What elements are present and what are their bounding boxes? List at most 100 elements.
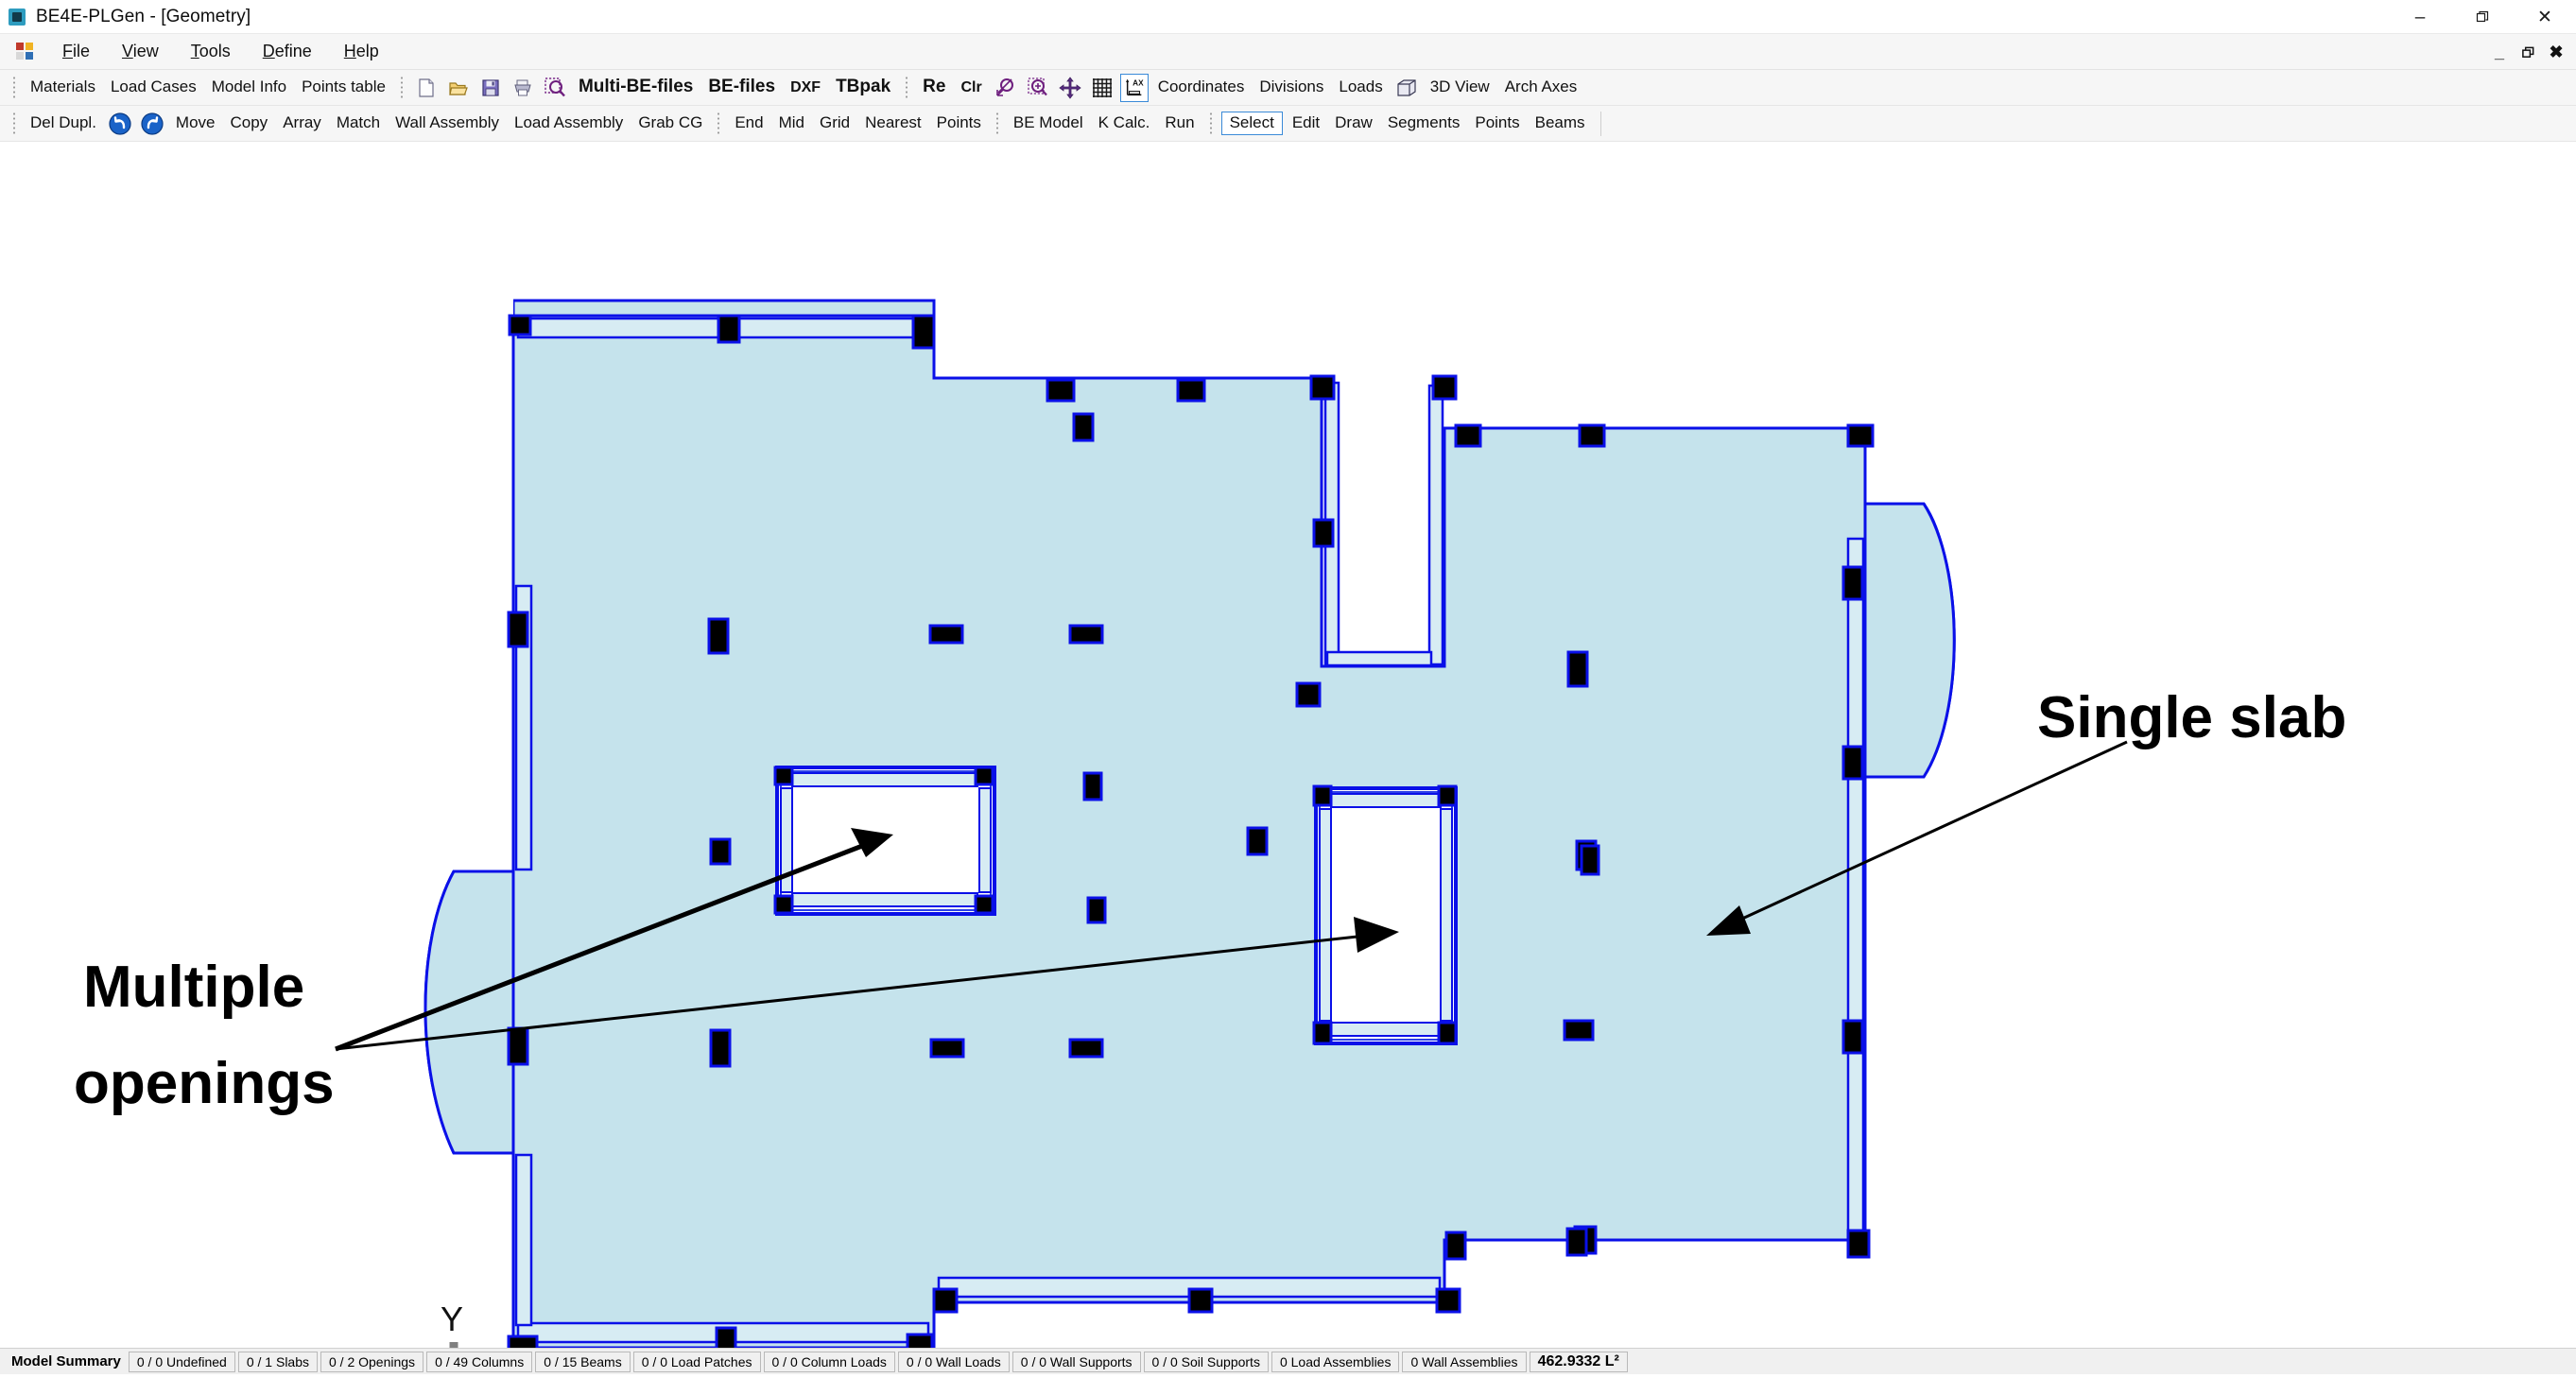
- column[interactable]: [1068, 1038, 1104, 1059]
- menu-item-define[interactable]: Define: [250, 37, 325, 66]
- toolbar-points-table-button[interactable]: Points table: [294, 76, 393, 99]
- status-slabs[interactable]: 0 / 1 Slabs: [237, 1351, 318, 1372]
- close-button[interactable]: ✕: [2514, 0, 2576, 34]
- column[interactable]: [1566, 650, 1589, 688]
- column[interactable]: [1068, 624, 1104, 645]
- toolbar-gripper[interactable]: [12, 75, 16, 100]
- status-columns[interactable]: 0 / 49 Columns: [426, 1351, 533, 1372]
- column[interactable]: [1444, 1231, 1467, 1261]
- column[interactable]: [1082, 771, 1103, 801]
- mdi-minimize-button[interactable]: _: [2485, 34, 2514, 70]
- column[interactable]: [1187, 1287, 1214, 1314]
- toolbar-gripper[interactable]: [399, 75, 404, 100]
- status-load-assemblies[interactable]: 0 Load Assemblies: [1271, 1351, 1400, 1372]
- toolbar-mode-points-button[interactable]: Points: [1467, 112, 1527, 135]
- column[interactable]: [1454, 423, 1482, 448]
- toolbar-snap-end-button[interactable]: End: [727, 112, 770, 135]
- column[interactable]: [1046, 378, 1076, 403]
- column[interactable]: [507, 1026, 529, 1066]
- toolbar-copy-button[interactable]: Copy: [223, 112, 276, 135]
- grid-button[interactable]: [1088, 74, 1116, 102]
- toolbar-snap-grid-button[interactable]: Grid: [812, 112, 857, 135]
- toolbar-mode-edit-button[interactable]: Edit: [1285, 112, 1327, 135]
- column[interactable]: [906, 1333, 934, 1348]
- arch-axes-toggle-button[interactable]: AX: [1119, 73, 1149, 102]
- toolbar-be-files-button[interactable]: BE-files: [700, 75, 783, 100]
- zoom-window-button[interactable]: [541, 74, 569, 102]
- column[interactable]: [1072, 412, 1095, 442]
- column[interactable]: [1841, 565, 1864, 601]
- menu-item-file[interactable]: File: [49, 37, 103, 66]
- toolbar-mode-beams-button[interactable]: Beams: [1528, 112, 1593, 135]
- column[interactable]: [1176, 378, 1206, 403]
- minimize-button[interactable]: –: [2389, 0, 2451, 34]
- toolbar-multi-be-files-button[interactable]: Multi-BE-files: [571, 75, 700, 100]
- column[interactable]: [707, 617, 730, 655]
- column[interactable]: [1846, 423, 1875, 448]
- column[interactable]: [1086, 896, 1107, 924]
- mdi-restore-button[interactable]: [2514, 34, 2542, 70]
- column[interactable]: [1246, 826, 1269, 856]
- toolbar-tbpak-button[interactable]: TBpak: [828, 75, 898, 100]
- column[interactable]: [928, 624, 964, 645]
- toolbar-redraw-button[interactable]: Re: [915, 75, 953, 100]
- toolbar-wall-assembly-button[interactable]: Wall Assembly: [388, 112, 507, 135]
- open-folder-button[interactable]: [444, 74, 473, 102]
- column[interactable]: [1563, 1019, 1595, 1042]
- opening-right-void[interactable]: [1314, 786, 1458, 1045]
- pan-button[interactable]: [1056, 74, 1084, 102]
- toolbar-coordinates-button[interactable]: Coordinates: [1150, 76, 1253, 99]
- column[interactable]: [709, 1028, 732, 1068]
- zoom-extents-button[interactable]: [992, 74, 1020, 102]
- column[interactable]: [1578, 423, 1606, 448]
- status-openings[interactable]: 0 / 2 Openings: [320, 1351, 424, 1372]
- status-wall-loads[interactable]: 0 / 0 Wall Loads: [897, 1351, 1010, 1372]
- column[interactable]: [1841, 1019, 1864, 1055]
- toolbar-move-button[interactable]: Move: [168, 112, 223, 135]
- menu-item-tools[interactable]: Tools: [178, 37, 244, 66]
- toolbar-del-dupl-button[interactable]: Del Dupl.: [23, 112, 104, 135]
- status-undefined[interactable]: 0 / 0 Undefined: [128, 1351, 235, 1372]
- status-soil-supports[interactable]: 0 / 0 Soil Supports: [1143, 1351, 1269, 1372]
- column[interactable]: [1841, 745, 1864, 781]
- opening-right[interactable]: [1312, 784, 1458, 1045]
- toolbar-run-button[interactable]: Run: [1157, 112, 1202, 135]
- column[interactable]: [507, 1335, 539, 1348]
- column[interactable]: [932, 1287, 959, 1314]
- status-beams[interactable]: 0 / 15 Beams: [535, 1351, 631, 1372]
- column[interactable]: [911, 314, 936, 350]
- status-column-loads[interactable]: 0 / 0 Column Loads: [763, 1351, 895, 1372]
- toolbar-mode-draw-button[interactable]: Draw: [1327, 112, 1380, 135]
- menu-item-help[interactable]: Help: [331, 37, 392, 66]
- status-load-patches[interactable]: 0 / 0 Load Patches: [632, 1351, 761, 1372]
- column[interactable]: [709, 837, 732, 866]
- toolbar-dxf-button[interactable]: DXF: [783, 77, 828, 99]
- toolbar-gripper[interactable]: [905, 75, 909, 100]
- view-3d-button[interactable]: [1392, 74, 1421, 102]
- column[interactable]: [929, 1038, 965, 1059]
- column[interactable]: [1295, 681, 1322, 708]
- mdi-close-button[interactable]: ✖: [2542, 34, 2570, 70]
- column[interactable]: [715, 1326, 737, 1348]
- slab-shape[interactable]: [424, 314, 1956, 1348]
- maximize-button[interactable]: [2451, 0, 2514, 34]
- new-document-button[interactable]: [412, 74, 441, 102]
- toolbar-arch-axes-button[interactable]: Arch Axes: [1497, 76, 1585, 99]
- column[interactable]: [507, 611, 529, 648]
- toolbar-gripper[interactable]: [994, 111, 999, 136]
- toolbar-gripper[interactable]: [1208, 111, 1213, 136]
- toolbar-gripper[interactable]: [12, 111, 16, 136]
- column[interactable]: [508, 314, 532, 336]
- toolbar-model-info-button[interactable]: Model Info: [204, 76, 294, 99]
- undo-button[interactable]: [106, 110, 134, 138]
- toolbar-k-calc-button[interactable]: K Calc.: [1091, 112, 1158, 135]
- column[interactable]: [1580, 844, 1600, 876]
- column[interactable]: [1565, 1227, 1588, 1257]
- toolbar-snap-nearest-button[interactable]: Nearest: [857, 112, 929, 135]
- print-button[interactable]: [509, 74, 537, 102]
- status-wall-assemblies[interactable]: 0 Wall Assemblies: [1402, 1351, 1527, 1372]
- toolbar-materials-button[interactable]: Materials: [23, 76, 103, 99]
- column[interactable]: [1435, 1287, 1461, 1314]
- toolbar-array-button[interactable]: Array: [275, 112, 329, 135]
- toolbar-mode-select-button[interactable]: Select: [1220, 112, 1283, 135]
